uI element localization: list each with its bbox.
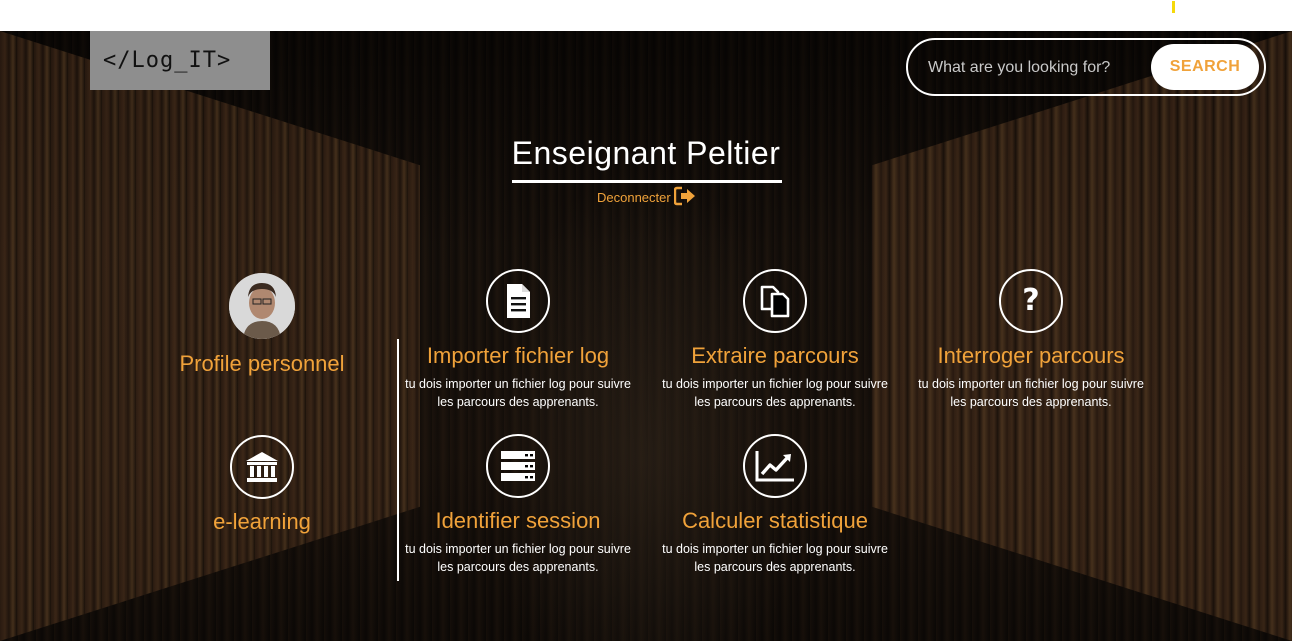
feature-title: Extraire parcours — [691, 343, 859, 368]
institution-icon[interactable] — [230, 435, 294, 499]
copy-icon[interactable] — [743, 269, 807, 333]
top-bar-marker — [1172, 1, 1175, 13]
feature-description: tu dois importer un fichier log pour sui… — [405, 377, 631, 409]
elearning-title: e-learning — [213, 509, 311, 534]
search-input[interactable] — [928, 53, 1138, 83]
feature-card-identifier[interactable]: Identifier session tu dois importer un f… — [388, 434, 648, 576]
feature-title: Identifier session — [435, 508, 601, 533]
page-title: Enseignant Peltier — [511, 135, 781, 171]
feature-description: tu dois importer un fichier log pour sui… — [918, 377, 1144, 409]
logout-label: Deconnecter — [597, 189, 671, 205]
feature-title: Calculer statistique — [682, 508, 868, 533]
elearning-card[interactable]: e-learning — [132, 435, 392, 535]
feature-card-extraire[interactable]: Extraire parcours tu dois importer un fi… — [645, 269, 905, 411]
search-bar: SEARCH — [906, 38, 1266, 96]
search-button[interactable]: SEARCH — [1151, 44, 1259, 90]
feature-card-calculer[interactable]: Calculer statistique tu dois importer un… — [645, 434, 905, 576]
site-logo[interactable]: </Log_IT> — [90, 31, 270, 90]
feature-card-interroger[interactable]: ? Interroger parcours tu dois importer u… — [901, 269, 1161, 411]
sign-out-icon — [673, 186, 696, 209]
feature-description: tu dois importer un fichier log pour sui… — [405, 542, 631, 574]
profile-title: Profile personnel — [179, 351, 345, 376]
logout-link[interactable]: Deconnecter — [597, 186, 696, 208]
question-icon[interactable]: ? — [999, 269, 1063, 333]
feature-description: tu dois importer un fichier log pour sui… — [662, 542, 888, 574]
server-icon[interactable] — [486, 434, 550, 498]
feature-card-importer[interactable]: Importer fichier log tu dois importer un… — [388, 269, 648, 411]
top-bar — [0, 0, 1292, 31]
feature-title: Interroger parcours — [937, 343, 1125, 368]
feature-title: Importer fichier log — [426, 343, 610, 368]
title-underline — [512, 180, 782, 183]
feature-description: tu dois importer un fichier log pour sui… — [662, 377, 888, 409]
avatar[interactable] — [229, 273, 295, 339]
file-icon[interactable] — [486, 269, 550, 333]
profile-card[interactable]: Profile personnel — [132, 273, 392, 377]
hero-section: </Log_IT> SEARCH Enseignant Peltier Deco… — [0, 31, 1292, 641]
line-chart-icon[interactable] — [743, 434, 807, 498]
